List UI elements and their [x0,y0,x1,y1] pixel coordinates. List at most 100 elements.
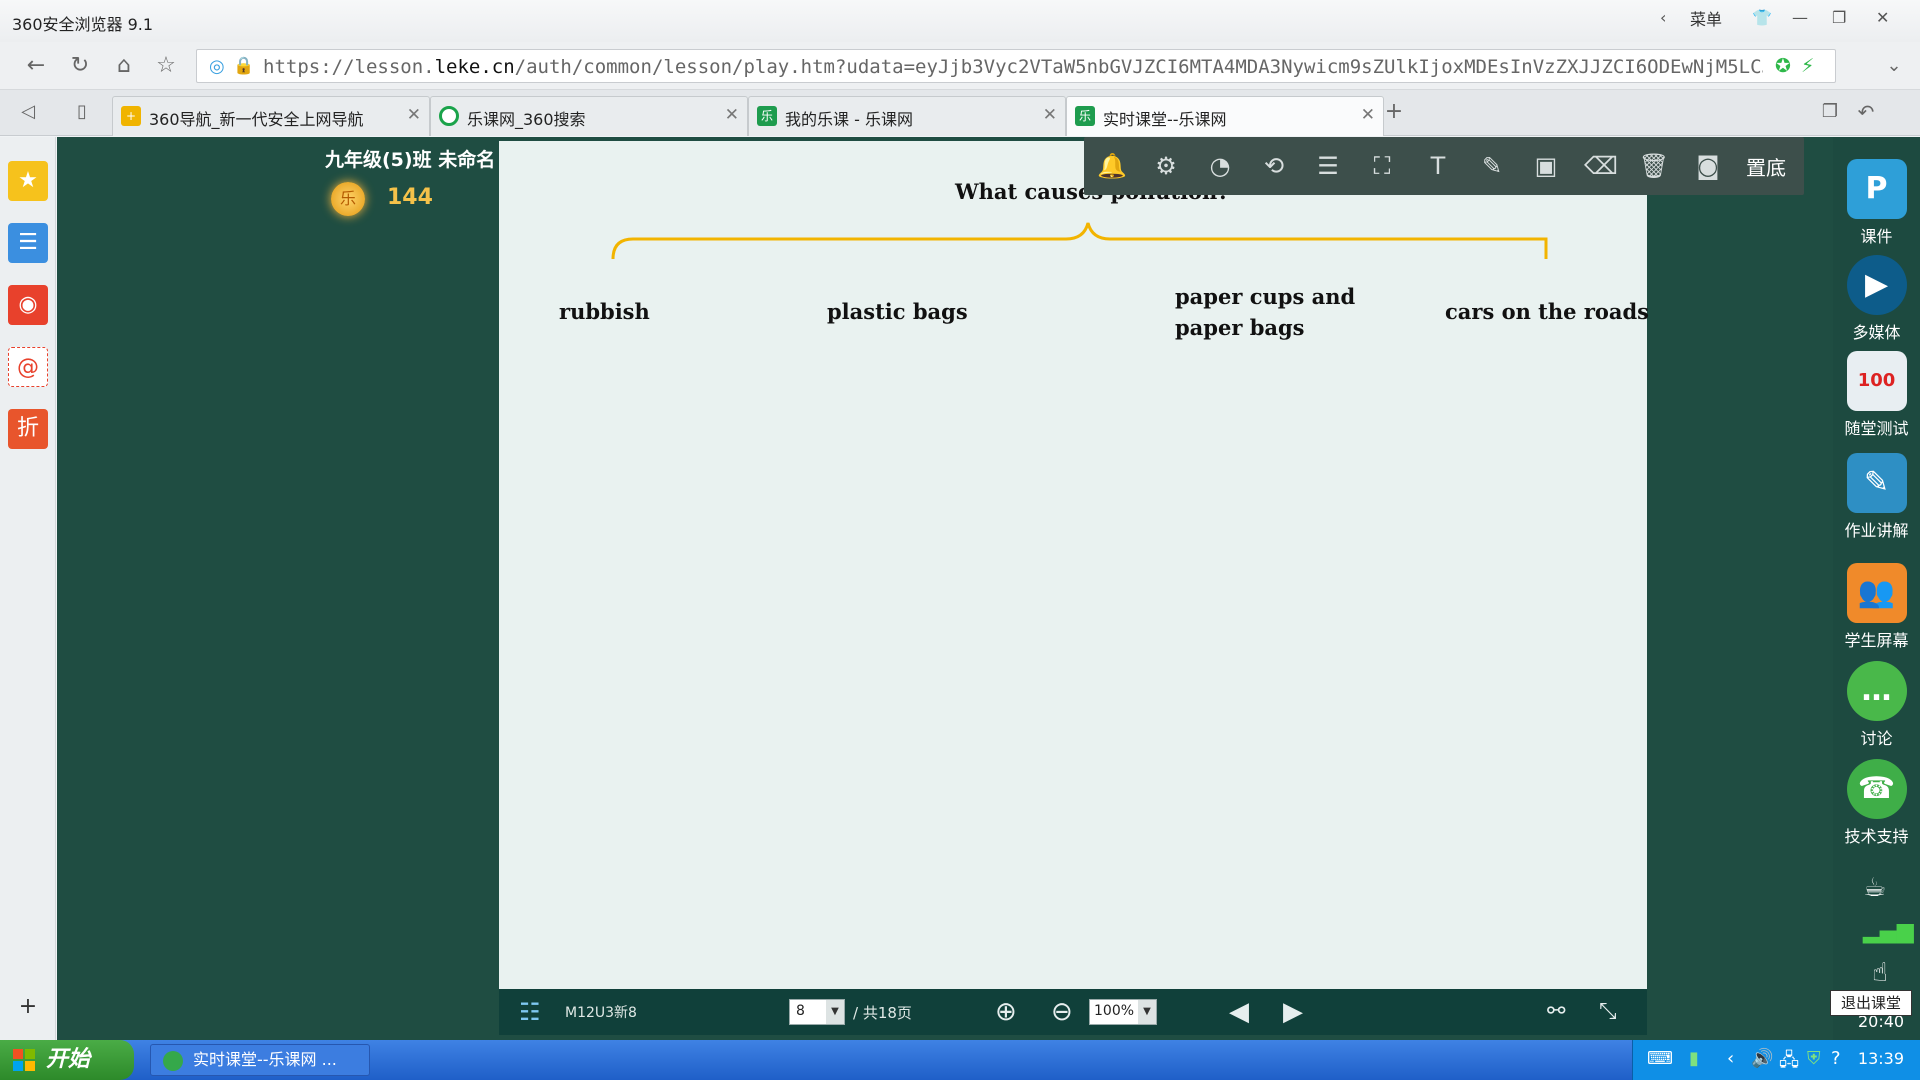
bell-icon[interactable]: 🔔 [1096,150,1128,182]
network-icon[interactable]: 🖧 [1779,1048,1799,1078]
dropdown-arrow-icon[interactable]: ▼ [1138,1000,1156,1024]
help-icon[interactable]: ? [1831,1048,1841,1069]
browser-icon [163,1051,183,1071]
mail-icon[interactable]: @ [8,347,48,387]
previous-page-icon[interactable]: ◀ [1229,997,1249,1027]
tab-list-icon[interactable]: ❐ [1816,98,1844,126]
reading-icon[interactable]: ☰ [8,223,48,263]
catalog-icon[interactable]: ☷ [519,997,541,1027]
keyboard-icon[interactable]: ⌨ [1647,1048,1673,1069]
taskbar-browser-item[interactable]: 实时课堂--乐课网 ... [150,1044,370,1076]
tab-label: 360导航_新一代安全上网导航 [149,110,364,129]
cause-cars: cars on the roads [1445,299,1650,324]
tab-label: 乐课网_360搜索 [467,110,586,129]
cause-plastic-bags: plastic bags [827,299,968,324]
360-search-icon [439,106,459,126]
address-bar[interactable]: ◎ 🔒 https://lesson.leke.cn/auth/common/l… [196,49,1836,83]
bookmark-panel-icon[interactable]: ▯ [68,98,96,126]
zoom-select[interactable]: 100% ▼ [1089,999,1157,1025]
pin-bottom-button[interactable]: 置底 [1746,152,1786,181]
favorites-icon[interactable]: ★ [8,161,48,201]
frame-icon[interactable]: ▣ [1530,150,1562,182]
tab-my-leke[interactable]: 乐 我的乐课 - 乐课网 ✕ [748,96,1066,136]
multimedia-button[interactable]: ▶ 多媒体 [1833,255,1920,343]
headset-icon: ☎ [1846,759,1907,819]
drawing-toolbar: 🔔 ⚙ ◔ ⟲ ☰ ⛶ T ✎ ▣ ⌫ 🗑 ◙ 置底 [1084,137,1804,195]
tab-close-icon[interactable]: ✕ [1043,105,1057,125]
tech-support-button[interactable]: ☎ 技术支持 [1833,759,1920,847]
coin-icon: 乐 [331,182,365,216]
exit-classroom-button[interactable]: 退出课堂 [1830,990,1912,1016]
lightning-icon[interactable]: ⚡ [1801,55,1814,77]
star-icon[interactable]: ☆ [152,52,180,80]
eraser-icon[interactable]: ⌫ [1584,150,1618,182]
settings-icon[interactable]: ⚙ [1150,150,1182,182]
pie-chart-icon[interactable]: ◔ [1204,150,1236,182]
left-sidebar: ★ ☰ ◉ @ 折 + [0,137,56,1040]
history-icon[interactable]: ⟲ [1258,150,1290,182]
crop-icon[interactable]: ⛶ [1366,150,1398,182]
volume-icon[interactable]: 🔊 [1751,1048,1773,1069]
zoom-in-icon[interactable]: ⊕ [995,997,1017,1027]
speed-icon[interactable]: ✪ [1775,55,1791,77]
page-select[interactable]: 8 ▼ [789,999,845,1025]
multimedia-label: 多媒体 [1852,323,1901,342]
student-screen-label: 学生屏幕 [1844,631,1909,650]
courseware-label: 课件 [1860,227,1893,246]
hand-cursor-icon: ☝ [1872,958,1888,988]
tab-close-icon[interactable]: ✕ [1361,105,1375,125]
list-icon[interactable]: ☰ [1312,150,1344,182]
discussion-button[interactable]: … 讨论 [1833,661,1920,749]
pen-icon[interactable]: ✎ [1476,150,1508,182]
tab-live-classroom[interactable]: 乐 实时课堂--乐课网 ✕ [1066,96,1384,136]
cause-rubbish: rubbish [559,299,650,324]
start-button[interactable]: 开始 [0,1040,134,1080]
add-icon[interactable]: + [8,987,48,1027]
security-icon[interactable]: ⛨ [1807,1048,1821,1069]
system-clock: 13:39 [1857,1049,1904,1068]
tab-close-icon[interactable]: ✕ [725,105,739,125]
home-icon[interactable]: ⌂ [110,52,138,80]
tab-close-icon[interactable]: ✕ [407,105,421,125]
chevron-left-icon[interactable]: ‹ [1660,8,1666,27]
student-screen-button[interactable]: 👥 学生屏幕 [1833,563,1920,651]
brace-connector [611,222,1548,260]
minimize-icon[interactable]: — [1792,8,1808,27]
leke-logo-icon: 乐 [757,106,777,126]
new-tab-icon[interactable]: + [1380,98,1408,126]
tab-360-navigation[interactable]: + 360导航_新一代安全上网导航 ✕ [112,96,430,136]
tab-leke-search[interactable]: 乐课网_360搜索 ✕ [430,96,748,136]
screenshot-icon[interactable]: ◙ [1692,150,1724,182]
courseware-button[interactable]: P 课件 [1833,159,1920,247]
coffee-icon[interactable]: ☕ [1863,873,1886,903]
quiz-icon: 100 [1846,351,1907,411]
cause-paper-cups: paper cups and paper bags [1175,284,1356,340]
slide: What causes pollution? rubbish plastic b… [499,141,1650,989]
discount-icon[interactable]: 折 [8,409,48,449]
undo-close-icon[interactable]: ↶ [1852,98,1880,126]
restore-icon[interactable]: ❐ [1832,8,1846,27]
exit-fullscreen-icon[interactable]: ⤡ [1599,997,1617,1027]
classroom-area: 九年级(5)班 未命名 乐 144 What causes pollution?… [57,137,1833,1040]
courseware-icon: P [1846,159,1907,219]
text-icon[interactable]: T [1422,150,1454,182]
close-icon[interactable]: ✕ [1876,8,1889,27]
trash-icon[interactable]: 🗑 [1638,150,1670,182]
battery-icon[interactable]: ▮ [1689,1048,1699,1069]
refresh-icon[interactable]: ↻ [66,52,94,80]
dropdown-arrow-icon[interactable]: ▼ [826,1000,844,1024]
browser-title-bar: 360安全浏览器 9.1 ‹ 菜单 👕 — ❐ ✕ [0,0,1920,42]
chevron-down-icon[interactable]: ⌄ [1880,52,1908,80]
tray-arrow-icon[interactable]: ‹ [1727,1048,1734,1069]
play-icon: ▶ [1846,255,1907,315]
sidebar-toggle-icon[interactable]: ◁ [14,98,42,126]
back-icon[interactable]: ← [22,52,50,80]
next-page-icon[interactable]: ▶ [1283,997,1303,1027]
camera-icon[interactable]: ⚯ [1547,997,1565,1027]
skin-icon[interactable]: 👕 [1752,8,1772,27]
weibo-icon[interactable]: ◉ [8,285,48,325]
quiz-button[interactable]: 100 随堂测试 [1833,351,1920,439]
zoom-out-icon[interactable]: ⊖ [1051,997,1073,1027]
homework-button[interactable]: ✎ 作业讲解 [1833,453,1920,541]
menu-button[interactable]: 菜单 [1690,6,1722,30]
